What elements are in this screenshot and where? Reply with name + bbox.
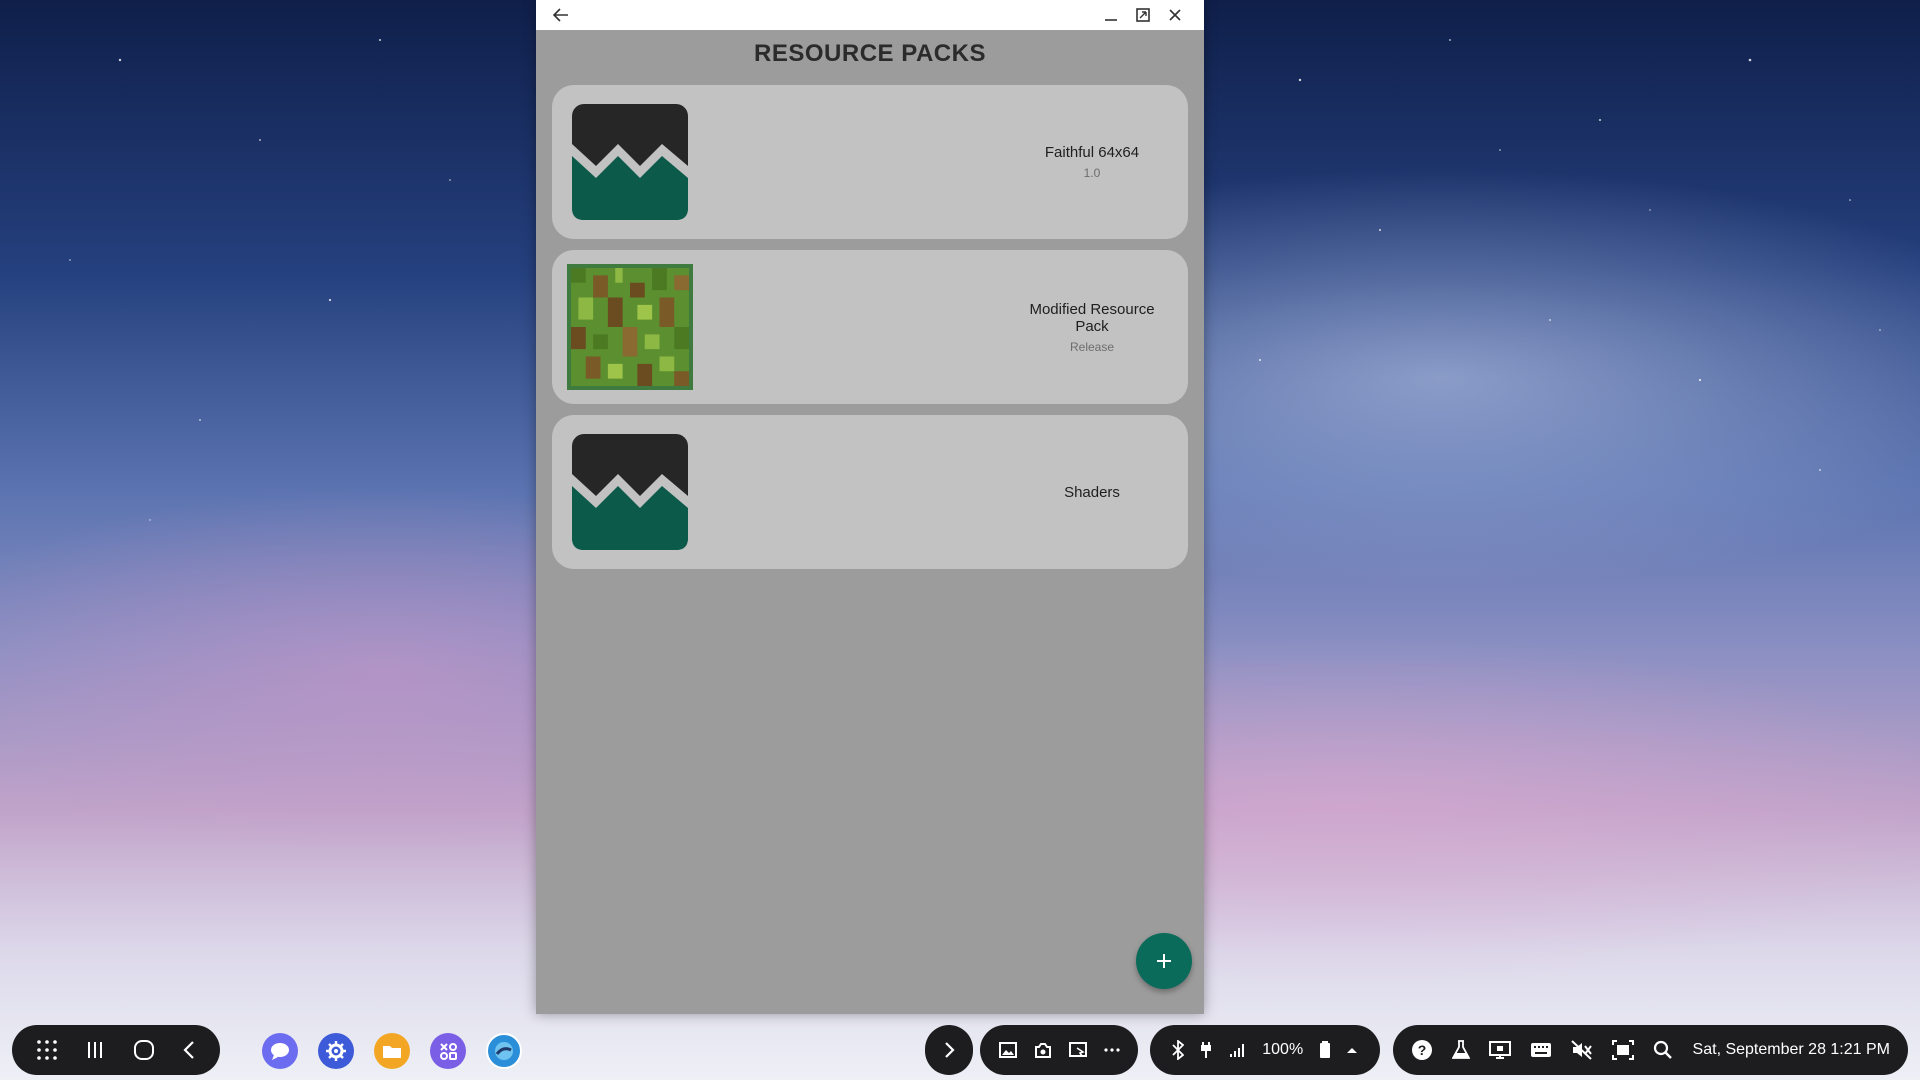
display-icon[interactable]	[1489, 1040, 1512, 1060]
resource-pack-card[interactable]: Faithful 64x64 1.0	[552, 85, 1188, 239]
window-titlebar	[536, 0, 1204, 30]
screen-capture-icon[interactable]	[1068, 1041, 1087, 1059]
close-icon[interactable]	[1162, 2, 1188, 28]
bluetooth-icon	[1172, 1040, 1184, 1060]
search-icon[interactable]	[1653, 1040, 1673, 1060]
placeholder-pack-icon	[572, 104, 688, 220]
keyboard-icon[interactable]	[1530, 1042, 1552, 1058]
clock-datetime[interactable]: Sat, September 28 1:21 PM	[1693, 1041, 1890, 1059]
pack-info: Faithful 64x64 1.0	[1012, 85, 1172, 239]
page-title: RESOURCE PACKS	[754, 40, 986, 67]
pack-name: Shaders	[1064, 483, 1120, 501]
back-arrow-icon[interactable]	[548, 2, 574, 28]
status-tray[interactable]: 100%	[1150, 1025, 1380, 1075]
pack-version: Release	[1069, 339, 1115, 354]
lab-flask-icon[interactable]	[1452, 1040, 1471, 1060]
minimize-icon[interactable]	[1098, 2, 1124, 28]
back-icon[interactable]	[182, 1040, 196, 1060]
add-pack-button[interactable]	[1136, 933, 1192, 989]
resource-pack-list: Faithful 64x64 1.0 Modified Resource Pac…	[552, 85, 1188, 580]
signal-icon	[1229, 1042, 1247, 1058]
maximize-icon[interactable]	[1130, 2, 1156, 28]
help-icon[interactable]: ?	[1411, 1039, 1433, 1061]
more-icon[interactable]	[1103, 1048, 1120, 1052]
resource-pack-card[interactable]: Shaders	[552, 415, 1188, 569]
pack-info: Modified Resource Pack Release	[1012, 250, 1172, 404]
caret-up-icon[interactable]	[1346, 1046, 1358, 1054]
usb-plug-icon	[1199, 1041, 1213, 1059]
messages-app-icon[interactable]	[262, 1033, 298, 1069]
pack-name: Faithful 64x64	[1044, 144, 1140, 161]
resource-pack-card[interactable]: Modified Resource Pack Release	[552, 250, 1188, 404]
home-icon[interactable]	[133, 1039, 155, 1061]
battery-percentage: 100%	[1262, 1041, 1304, 1058]
camera-icon[interactable]	[1034, 1041, 1052, 1059]
svg-text:?: ?	[1418, 1042, 1427, 1058]
gallery-icon[interactable]	[998, 1041, 1017, 1059]
game-launcher-app-icon[interactable]	[430, 1033, 466, 1069]
battery-icon	[1319, 1041, 1331, 1059]
app-window: RESOURCE PACKS Faithful 64x64 1.0 Modifi…	[536, 0, 1204, 1014]
expand-tray-button[interactable]	[925, 1025, 973, 1075]
files-app-icon[interactable]	[374, 1033, 410, 1069]
chevron-right-icon	[945, 1042, 955, 1058]
settings-app-icon[interactable]	[318, 1033, 354, 1069]
plus-icon	[1157, 954, 1171, 968]
apps-grid-icon[interactable]	[36, 1039, 58, 1061]
grass-block-icon	[567, 264, 693, 390]
quick-tools	[980, 1025, 1138, 1075]
placeholder-pack-icon	[572, 434, 688, 550]
pack-info: Shaders	[1012, 415, 1172, 569]
pack-version: 1.0	[1083, 166, 1101, 180]
volume-muted-icon[interactable]	[1571, 1040, 1593, 1060]
pack-name: Modified Resource Pack	[1029, 300, 1155, 335]
recent-apps-icon[interactable]	[85, 1040, 105, 1060]
minecraft-launcher-app-icon[interactable]	[486, 1033, 522, 1069]
system-tray: ? Sat, September 28 1:21 PM	[1393, 1025, 1908, 1075]
screen-mirror-icon[interactable]	[1612, 1040, 1635, 1060]
navigation-bar	[12, 1025, 220, 1075]
